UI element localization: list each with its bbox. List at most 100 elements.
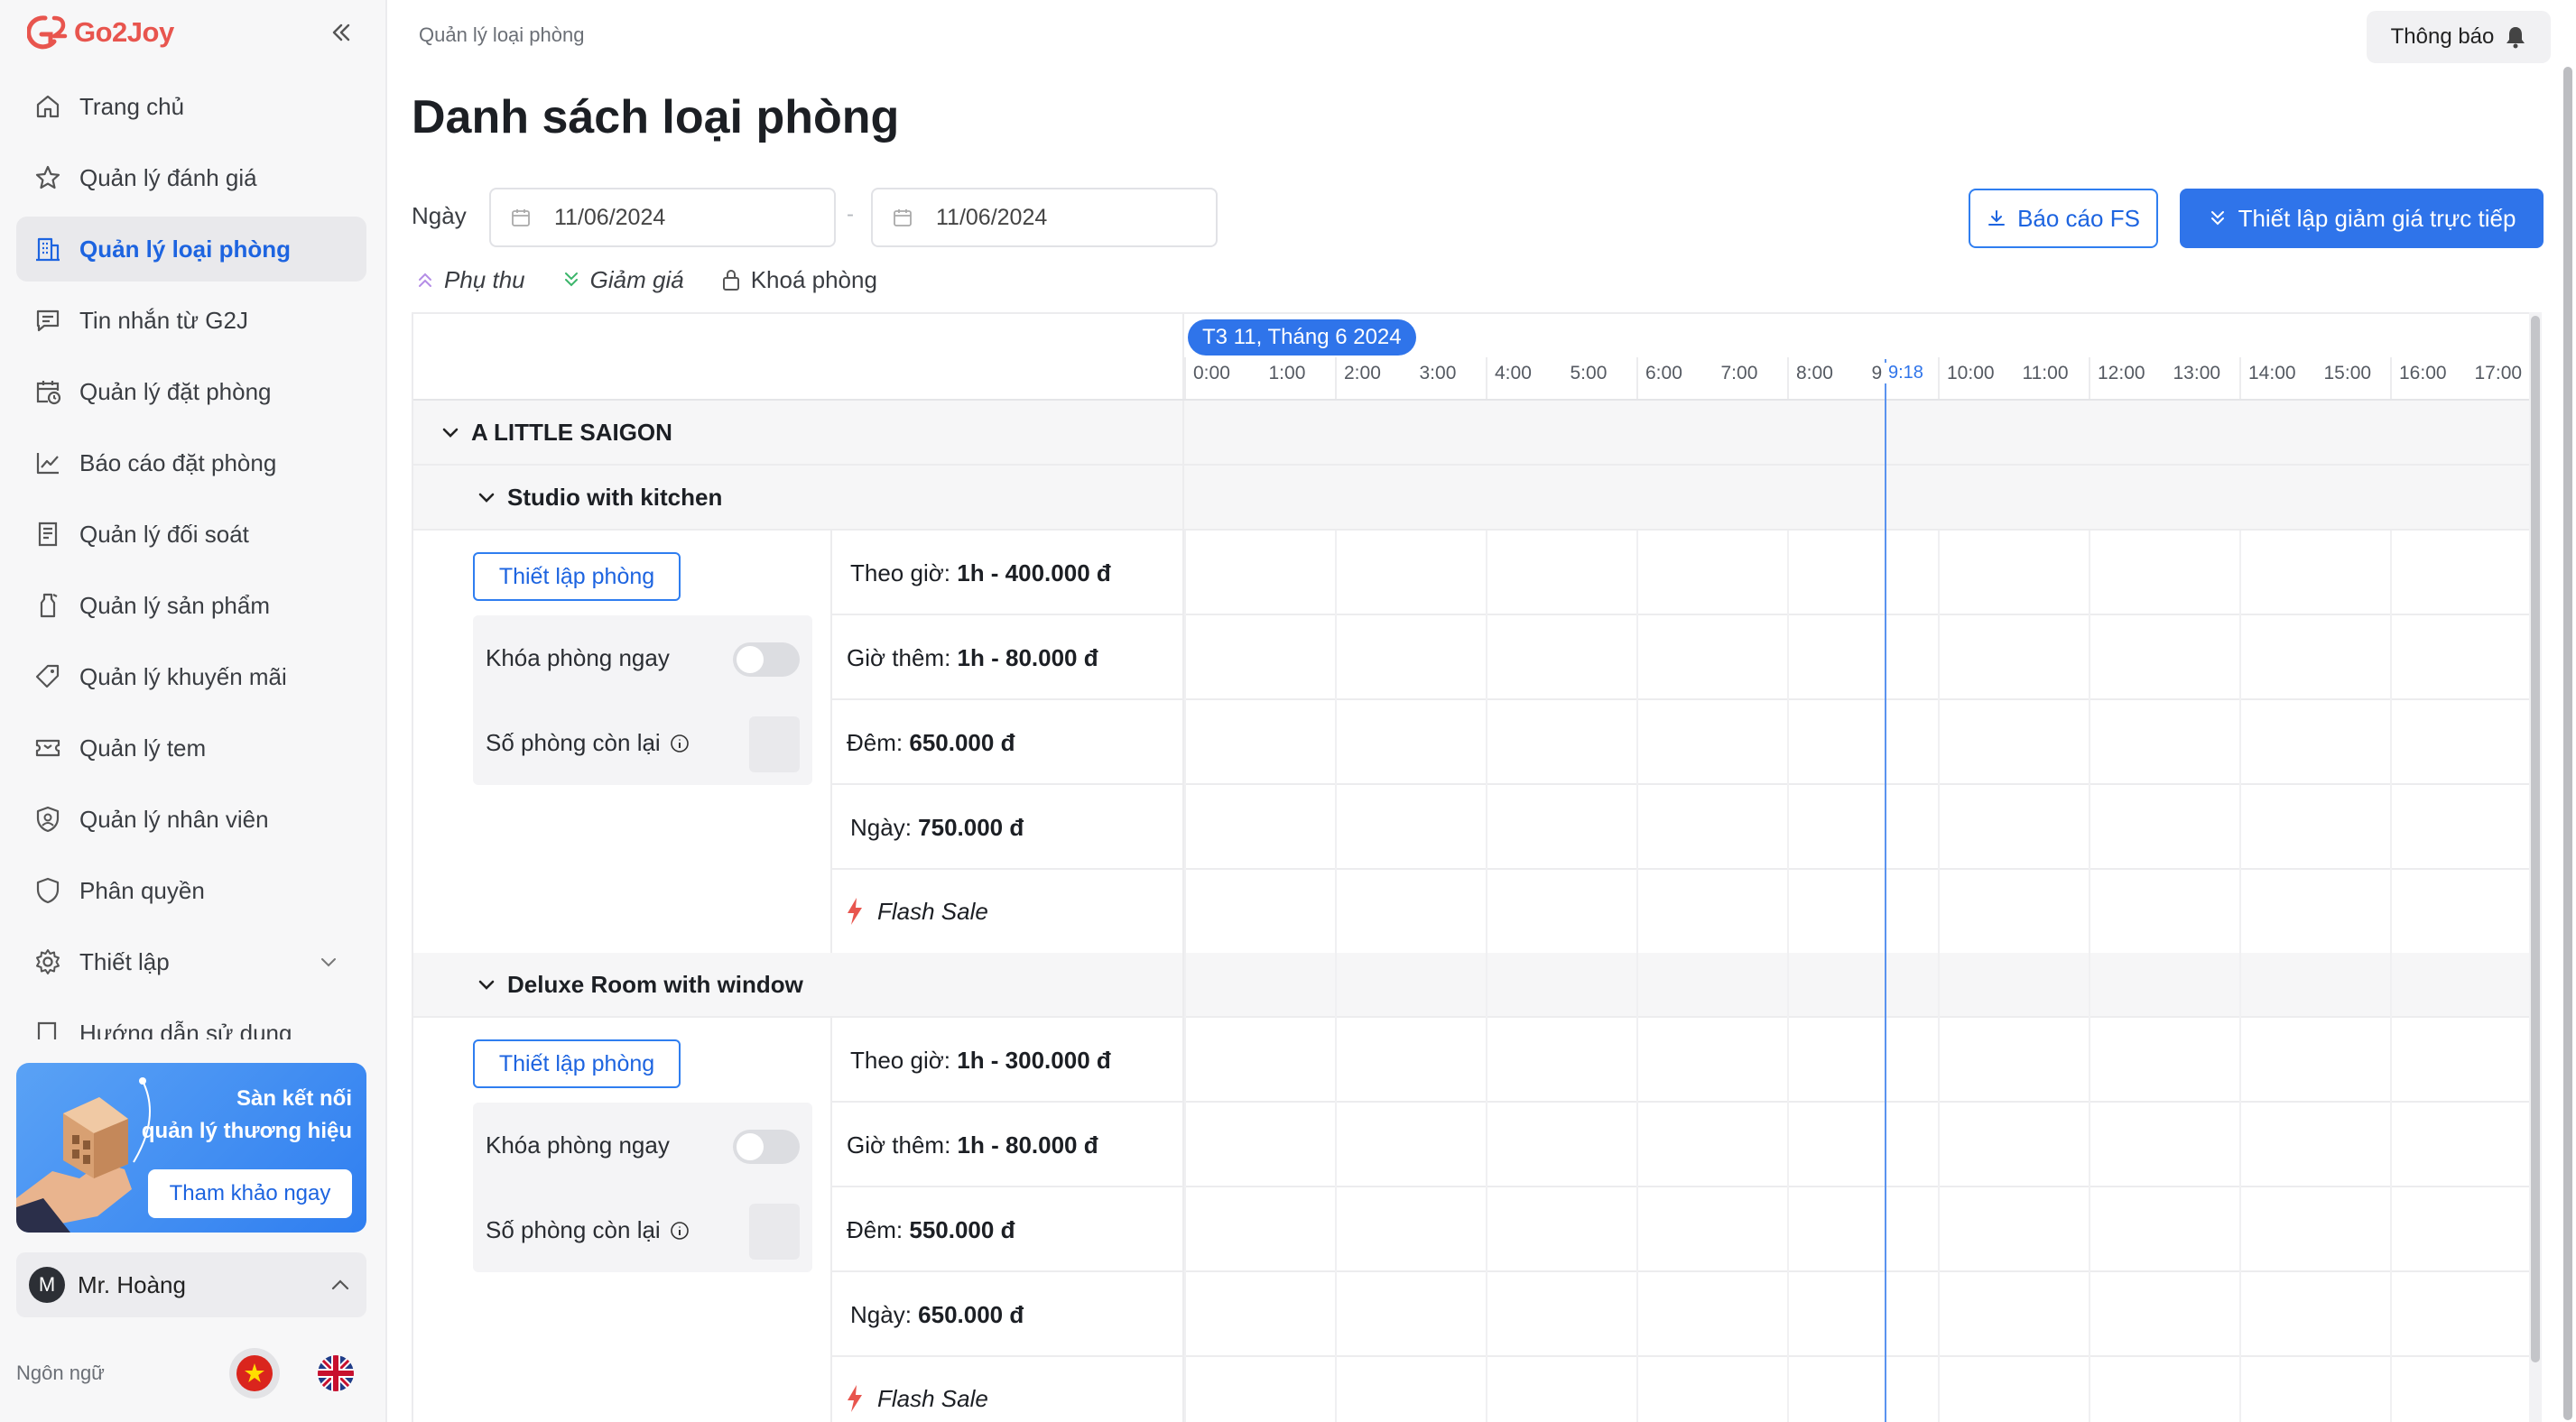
sidebar-item-reviews[interactable]: Quản lý đánh giá — [16, 145, 366, 210]
sidebar-item-label: Quản lý đặt phòng — [79, 377, 272, 405]
grid-scrollbar-thumb[interactable] — [2531, 316, 2540, 1362]
promo-line-2: quản lý thương hiệu — [141, 1119, 352, 1143]
sidebar-item-guide[interactable]: Hướng dẫn sử dụng — [16, 1001, 366, 1039]
sidebar-item-booking-reports[interactable]: Báo cáo đặt phòng — [16, 430, 366, 495]
sidebar-item-messages[interactable]: Tin nhắn từ G2J — [16, 288, 366, 353]
current-time-label: 9:18 — [1885, 363, 1927, 383]
timeline-hour-label: 0:00 — [1193, 363, 1230, 383]
bottle-icon — [32, 590, 63, 621]
sidebar-item-label: Phân quyền — [79, 876, 205, 904]
price-value: 550.000 đ — [909, 1216, 1015, 1243]
date-separator: - — [847, 202, 854, 226]
date-to-picker[interactable]: 11/06/2024 — [871, 188, 1218, 247]
page-title: Danh sách loại phòng — [412, 91, 900, 143]
room-setup-button[interactable]: Thiết lập phòng — [473, 552, 681, 601]
timeline-hour-label: 12:00 — [2098, 363, 2145, 383]
logo[interactable]: Go2Joy — [27, 13, 174, 52]
legend-surcharge: Phụ thu — [415, 266, 525, 294]
timeline-hour-tick — [2390, 357, 2392, 399]
sidebar-item-permissions[interactable]: Phân quyền — [16, 858, 366, 923]
fs-report-button[interactable]: Báo cáo FS — [1969, 189, 2158, 248]
user-menu[interactable]: M Mr. Hoàng — [16, 1252, 366, 1317]
sidebar-item-home[interactable]: Trang chủ — [16, 74, 366, 139]
promo-banner[interactable]: Sàn kết nối quản lý thương hiệu Tham khả… — [16, 1063, 366, 1233]
timeline-hour-label: 7:00 — [1720, 363, 1758, 383]
price-label: Ngày: — [850, 1301, 912, 1328]
uk-flag-button[interactable] — [318, 1355, 354, 1391]
date-from-picker[interactable]: 11/06/2024 — [489, 188, 836, 247]
breadcrumb[interactable]: Quản lý loại phòng — [419, 23, 584, 47]
hotel-group-header[interactable]: A LITTLE SAIGON — [440, 419, 672, 447]
sidebar-item-promotions[interactable]: Quản lý khuyến mãi — [16, 644, 366, 709]
legend-discount-label: Giảm giá — [589, 265, 684, 293]
timeline-column-line — [1486, 531, 1487, 1422]
remaining-rooms-input[interactable] — [749, 1204, 800, 1260]
price-column-border — [830, 531, 832, 953]
timeline-hour-label: 10:00 — [1947, 363, 1995, 383]
room-type-header[interactable]: Deluxe Room with window — [477, 971, 803, 999]
price-daily: Ngày: 650.000 đ — [850, 1301, 1024, 1329]
room-type-row — [413, 466, 2533, 531]
building-icon — [32, 234, 63, 264]
direct-discount-button[interactable]: Thiết lập giảm giá trực tiếp — [2180, 189, 2544, 248]
flash-sale-row[interactable]: Flash Sale — [845, 1384, 988, 1413]
collapse-sidebar-button[interactable] — [327, 18, 356, 47]
price-column-border — [830, 1018, 832, 1422]
sidebar-item-label: Quản lý sản phẩm — [79, 591, 271, 619]
sidebar-item-staff[interactable]: Quản lý nhân viên — [16, 787, 366, 852]
sidebar-item-reconciliation[interactable]: Quản lý đối soát — [16, 502, 366, 567]
lock-room-toggle[interactable] — [733, 1130, 800, 1164]
sidebar-item-room-types[interactable]: Quản lý loại phòng — [16, 217, 366, 282]
double-chevron-up-icon — [419, 272, 431, 287]
row-divider — [832, 868, 2533, 870]
flash-sale-label: Flash Sale — [877, 897, 988, 925]
sidebar-item-label: Báo cáo đặt phòng — [79, 448, 277, 476]
price-extra-hour: Giờ thêm: 1h - 80.000 đ — [847, 1131, 1098, 1159]
grid-scrollbar[interactable] — [2529, 312, 2542, 1422]
uk-flag-icon — [318, 1355, 354, 1391]
room-control-panel: Khóa phòng ngay Số phòng còn lại — [473, 615, 812, 785]
sidebar-item-bookings[interactable]: Quản lý đặt phòng — [16, 359, 366, 424]
page-scrollbar-thumb[interactable] — [2563, 67, 2572, 1420]
brand-name: Go2Joy — [74, 16, 174, 48]
date-filter-label: Ngày — [412, 202, 467, 229]
timeline-column-line — [2089, 531, 2090, 1422]
promo-learn-more-button[interactable]: Tham khảo ngay — [148, 1169, 352, 1218]
lock-room-toggle[interactable] — [733, 642, 800, 677]
price-label: Giờ thêm: — [847, 644, 951, 671]
sidebar-item-label: Tin nhắn từ G2J — [79, 306, 248, 334]
lightning-icon — [848, 898, 862, 925]
sidebar-item-label: Quản lý tem — [79, 734, 207, 762]
legend-discount: Giảm giá — [561, 266, 684, 294]
message-icon — [32, 305, 63, 336]
sidebar-item-settings[interactable]: Thiết lập — [16, 929, 366, 994]
double-chevron-down-icon — [2210, 211, 2224, 226]
chevron-down-icon — [442, 428, 459, 438]
vietnam-flag-button[interactable] — [229, 1348, 280, 1399]
info-icon — [670, 734, 689, 753]
row-divider — [832, 1270, 2533, 1272]
timeline-hour-label: 13:00 — [2173, 363, 2221, 383]
sidebar-item-products[interactable]: Quản lý sản phẩm — [16, 573, 366, 638]
price-label: Theo giờ: — [850, 1047, 950, 1074]
notification-button[interactable]: Thông báo — [2367, 11, 2551, 63]
lock-icon — [722, 270, 739, 291]
double-chevron-left-icon — [332, 23, 350, 42]
room-setup-button[interactable]: Thiết lập phòng — [473, 1039, 681, 1088]
price-value: 650.000 đ — [918, 1301, 1024, 1328]
receipt-icon — [32, 519, 63, 549]
sidebar-item-stamps[interactable]: Quản lý tem — [16, 716, 366, 780]
timeline-column-line — [1938, 531, 1940, 1422]
double-chevron-down-icon — [564, 272, 578, 287]
room-type-header[interactable]: Studio with kitchen — [477, 484, 722, 512]
price-daily: Ngày: 750.000 đ — [850, 814, 1024, 842]
remaining-rooms-input[interactable] — [749, 716, 800, 772]
timeline-hour-label: 2:00 — [1344, 363, 1381, 383]
remaining-rooms-text: Số phòng còn lại — [486, 1216, 661, 1243]
room-type-name: Studio with kitchen — [507, 484, 723, 511]
room-type-name: Deluxe Room with window — [507, 971, 803, 998]
price-label: Đêm: — [847, 1216, 903, 1243]
flash-sale-row[interactable]: Flash Sale — [845, 897, 988, 926]
timeline-date-badge[interactable]: T3 11, Tháng 6 2024 — [1188, 319, 1416, 356]
calendar-clock-icon — [32, 376, 63, 407]
